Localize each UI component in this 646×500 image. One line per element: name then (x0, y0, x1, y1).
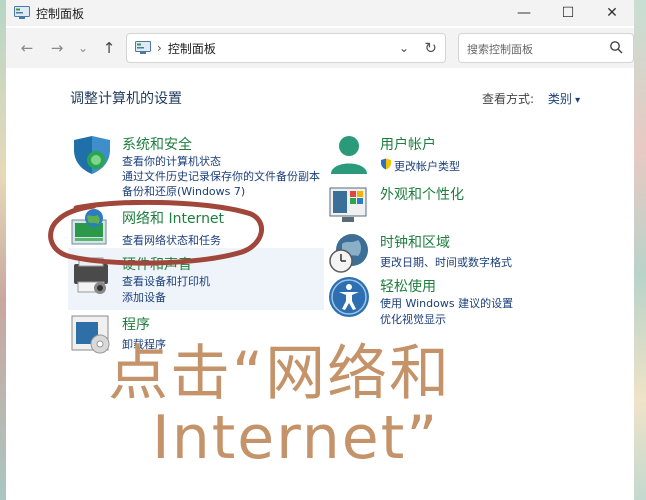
annotation-text-line2: Internet” (152, 403, 440, 473)
category-system-security: 系统和安全 查看你的计算机状态 通过文件历史记录保存你的文件备份副本 备份和还原… (70, 134, 330, 198)
system-security-link[interactable]: 系统和安全 (122, 134, 192, 154)
window-title: 控制面板 (36, 6, 85, 21)
close-button[interactable]: ✕ (590, 0, 634, 26)
wallpaper-right (634, 0, 646, 500)
annotation-text-line1: 点击“网络和 (108, 339, 452, 409)
ease-of-access-link[interactable]: 轻松使用 (380, 276, 436, 296)
breadcrumb-control-panel[interactable]: 控制面板 (168, 40, 216, 57)
user-accounts-link[interactable]: 用户帐户 (380, 134, 436, 154)
uac-shield-icon (381, 158, 391, 170)
control-panel-icon (14, 6, 30, 19)
maximize-button[interactable]: ☐ (546, 0, 590, 26)
clock-globe-icon (329, 234, 368, 273)
recommended-settings-link[interactable]: 使用 Windows 建议的设置 (380, 295, 513, 311)
refresh-button[interactable]: ↻ (424, 39, 437, 57)
up-button[interactable]: ↑ (98, 38, 120, 58)
forward-button[interactable]: → (46, 38, 68, 58)
change-date-time-format-link[interactable]: 更改日期、时间或数字格式 (380, 254, 512, 270)
view-by-dropdown[interactable]: 类别 (548, 92, 580, 106)
accessibility-icon (329, 277, 369, 317)
search-icon[interactable] (609, 40, 623, 54)
programs-link[interactable]: 程序 (122, 314, 150, 334)
programs-icon (71, 315, 110, 354)
navigation-bar: ← → ⌄ ↑ › 控制面板 ⌄ ↻ (6, 28, 634, 68)
title-bar: 控制面板 — ☐ ✕ (6, 0, 634, 26)
page-title: 调整计算机的设置 (70, 91, 182, 107)
minimize-button[interactable]: — (502, 0, 546, 26)
add-device-link[interactable]: 添加设备 (122, 289, 166, 305)
breadcrumb-separator: › (157, 41, 162, 55)
appearance-personalization-link[interactable]: 外观和个性化 (380, 184, 464, 204)
address-dropdown-button[interactable]: ⌄ (399, 41, 409, 55)
control-panel-icon (135, 41, 151, 54)
shield-icon (74, 136, 110, 174)
user-accounts-icon (331, 136, 367, 174)
back-button[interactable]: ← (16, 38, 38, 58)
control-panel-window: 控制面板 — ☐ ✕ ← → ⌄ ↑ › 控制面板 ⌄ ↻ 搜索控制面板 调整计… (6, 0, 634, 500)
view-by-label: 查看方式: (482, 92, 535, 106)
view-computer-status-link[interactable]: 查看你的计算机状态 (122, 153, 221, 169)
category-user-accounts: 用户帐户 更改帐户类型 (328, 134, 598, 178)
optimize-visual-display-link[interactable]: 优化视觉显示 (380, 311, 446, 327)
backup-restore-link[interactable]: 备份和还原(Windows 7) (122, 183, 245, 199)
view-by-selector: 查看方式: 类别 (482, 90, 580, 107)
change-account-type-link[interactable]: 更改帐户类型 (394, 158, 460, 174)
file-history-link[interactable]: 通过文件历史记录保存你的文件备份副本 (122, 168, 320, 184)
devices-printers-link[interactable]: 查看设备和打印机 (122, 273, 210, 289)
category-ease-of-access: 轻松使用 使用 Windows 建议的设置 优化视觉显示 (328, 276, 598, 328)
search-input[interactable] (465, 39, 609, 59)
appearance-icon (329, 187, 367, 222)
search-box[interactable] (458, 33, 634, 63)
category-appearance: 外观和个性化 (328, 184, 598, 224)
address-bar[interactable]: › 控制面板 ⌄ ↻ (126, 33, 446, 63)
window-controls: — ☐ ✕ (502, 0, 634, 26)
recent-locations-button[interactable]: ⌄ (72, 38, 94, 58)
category-clock-region: 时钟和区域 更改日期、时间或数字格式 (328, 232, 598, 274)
clock-region-link[interactable]: 时钟和区域 (380, 232, 450, 252)
annotation-circle (48, 200, 264, 266)
